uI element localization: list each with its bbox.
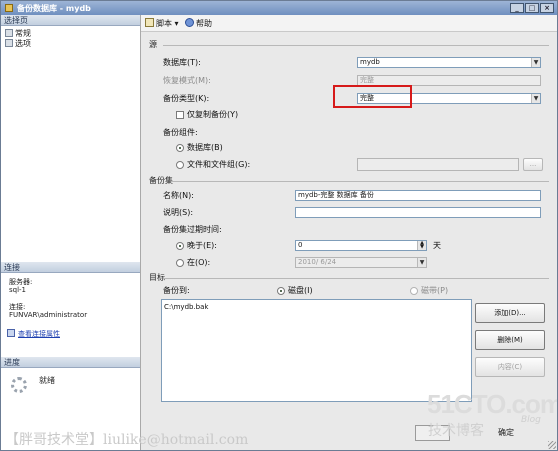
- source-group-label: 源: [149, 40, 157, 49]
- contents-button: 内容(C): [475, 357, 545, 377]
- script-button[interactable]: 脚本 ▾: [145, 18, 179, 29]
- copy-only-label: 仅复制备份(Y): [187, 110, 239, 119]
- chevron-down-icon[interactable]: ▼: [531, 58, 540, 67]
- resize-grip[interactable]: [548, 441, 556, 449]
- database-select[interactable]: mydb ▼: [357, 57, 541, 68]
- page-general[interactable]: 常规: [5, 29, 31, 39]
- expire-on-value: 2010/ 6/24: [298, 258, 337, 266]
- expire-after-stepper[interactable]: 0 ▲ ▼: [295, 240, 427, 251]
- expire-on-date-picker: 2010/ 6/24 ▼: [295, 257, 427, 268]
- add-destination-button[interactable]: 添加(D)...: [475, 303, 545, 323]
- name-label: 名称(N):: [163, 191, 194, 200]
- connection-value: FUNVAR\administrator: [9, 311, 88, 319]
- expire-on-label: 在(O):: [187, 258, 211, 267]
- help-label: 帮助: [196, 19, 212, 28]
- minimize-button[interactable]: _: [510, 3, 524, 13]
- backup-type-label: 备份类型(K):: [163, 94, 210, 103]
- watermark-logo-sub: 技术博客: [428, 423, 484, 439]
- view-connection-properties-link[interactable]: 查看连接属性: [7, 329, 60, 339]
- window-title: 备份数据库 - mydb: [17, 4, 91, 13]
- page-options-label: 选项: [15, 39, 31, 48]
- help-icon: [185, 18, 194, 27]
- progress-status: 就绪: [39, 376, 55, 385]
- select-page-header: 选择页: [1, 15, 140, 26]
- component-database-label: 数据库(B): [187, 143, 223, 152]
- description-label: 说明(S):: [163, 208, 194, 217]
- recovery-model-value: 完整: [360, 76, 374, 84]
- ok-button-label[interactable]: 确定: [498, 427, 514, 438]
- database-value: mydb: [360, 58, 380, 66]
- page-icon: [5, 39, 13, 47]
- backup-set-group-label: 备份集: [149, 176, 173, 185]
- page-icon: [5, 29, 13, 37]
- script-label: 脚本: [156, 19, 172, 28]
- page-options[interactable]: 选项: [5, 39, 31, 49]
- backup-component-label: 备份组件:: [163, 128, 198, 137]
- chevron-down-icon: ▾: [172, 19, 179, 28]
- title-bar: 备份数据库 - mydb _ □ ×: [1, 1, 557, 15]
- component-database-radio[interactable]: [176, 144, 184, 152]
- component-files-label: 文件和文件组(G):: [187, 160, 251, 169]
- progress-header: 进度: [1, 357, 140, 368]
- highlight-annotation: [333, 85, 412, 108]
- backup-to-tape-label: 磁带(P): [421, 286, 449, 295]
- remove-destination-button[interactable]: 删除(M): [475, 330, 545, 350]
- watermark-blog: Blog: [521, 415, 541, 425]
- backup-to-disk-radio[interactable]: [277, 287, 285, 295]
- spin-arrows-icon[interactable]: ▲ ▼: [417, 241, 426, 250]
- backup-to-disk-label: 磁盘(I): [288, 286, 313, 295]
- connection-header: 连接: [1, 262, 140, 273]
- chevron-down-icon: ▼: [417, 258, 426, 267]
- files-filegroups-field: [357, 158, 519, 171]
- server-value: sql-1: [9, 286, 27, 294]
- script-icon: [145, 18, 154, 27]
- chevron-down-icon[interactable]: ▼: [531, 94, 540, 103]
- recovery-model-label: 恢复模式(M):: [163, 76, 211, 85]
- toolbar: 脚本 ▾ 帮助: [141, 15, 557, 32]
- destination-list[interactable]: C:\mydb.bak: [161, 299, 472, 402]
- close-button[interactable]: ×: [540, 3, 554, 13]
- backup-set-divider: [171, 181, 549, 182]
- list-item[interactable]: C:\mydb.bak: [164, 302, 208, 312]
- help-button[interactable]: 帮助: [185, 18, 212, 29]
- left-pane: 选择页 常规 选项 连接 服务器: sql-1 连接: FUNVAR\admin…: [1, 15, 141, 450]
- database-label: 数据库(T):: [163, 58, 201, 67]
- files-browse-button: ...: [523, 158, 543, 171]
- destination-divider: [163, 278, 549, 279]
- expire-label: 备份集过期时间:: [163, 225, 222, 234]
- backup-database-dialog: 备份数据库 - mydb _ □ × 选择页 常规 选项 连接 服务器: sql…: [0, 0, 558, 451]
- properties-icon: [7, 329, 15, 337]
- source-divider: [163, 45, 549, 46]
- expire-after-label: 晚于(E):: [187, 241, 217, 250]
- copy-only-checkbox[interactable]: [176, 111, 184, 119]
- backup-set-name-input[interactable]: mydb-完整 数据库 备份: [295, 190, 541, 201]
- page-general-label: 常规: [15, 29, 31, 38]
- days-label: 天: [433, 241, 441, 250]
- description-input[interactable]: [295, 207, 541, 218]
- backup-to-label: 备份到:: [163, 286, 190, 295]
- backup-to-tape-radio: [410, 287, 418, 295]
- watermark-text: 【胖哥技术堂】liulike@hotmail.com: [5, 432, 249, 448]
- progress-spinner-icon: [11, 377, 27, 393]
- component-files-radio[interactable]: [176, 161, 184, 169]
- expire-after-value: 0: [298, 241, 303, 249]
- maximize-button[interactable]: □: [525, 3, 539, 13]
- view-connection-properties-label: 查看连接属性: [18, 330, 60, 338]
- database-icon: [5, 4, 13, 12]
- expire-on-radio[interactable]: [176, 259, 184, 267]
- expire-after-radio[interactable]: [176, 242, 184, 250]
